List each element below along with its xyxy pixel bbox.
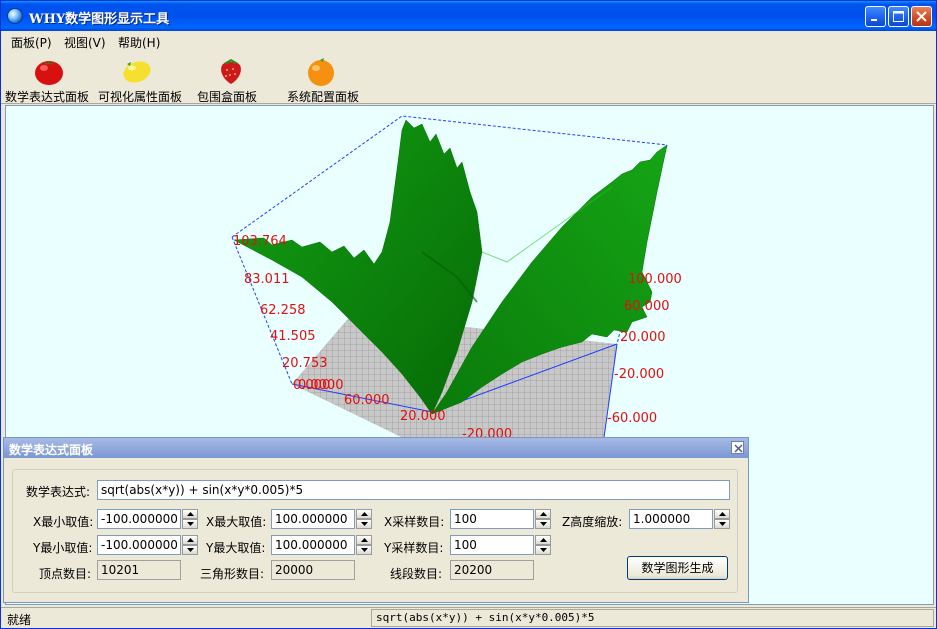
- y-samples-spinner[interactable]: [535, 535, 551, 555]
- spin-up-icon[interactable]: [356, 509, 372, 519]
- y-min-spinner[interactable]: [182, 535, 198, 555]
- close-button[interactable]: [911, 6, 932, 27]
- maximize-icon: [893, 11, 904, 22]
- y-max-input[interactable]: 100.000000: [271, 535, 355, 555]
- y-tick-3: -20.000: [614, 367, 665, 382]
- x-tick-0: 0.0000: [298, 378, 344, 393]
- tomato-icon: [35, 61, 63, 85]
- status-bar: 就绪 sqrt(abs(x*y)) + sin(x*y*0.005)*5: [1, 607, 936, 628]
- spin-down-icon[interactable]: [356, 519, 372, 529]
- x-tick-2: 20.000: [400, 409, 446, 424]
- tool-expression-panel[interactable]: 数学表达式面板: [5, 54, 93, 104]
- tool-config-panel[interactable]: 系统配置面板: [283, 54, 361, 104]
- tool-bbox-label: 包围盒面板: [197, 90, 258, 104]
- close-icon: [916, 11, 927, 22]
- x-samples-spinner[interactable]: [535, 509, 551, 529]
- menu-view[interactable]: 视图(V): [60, 33, 110, 52]
- spin-down-icon[interactable]: [535, 519, 551, 529]
- menu-panel[interactable]: 面板(P): [7, 33, 56, 52]
- spin-up-icon[interactable]: [714, 509, 730, 519]
- maximize-button[interactable]: [888, 6, 909, 27]
- tool-visual-panel[interactable]: 可视化属性面板: [97, 54, 185, 104]
- x-tick-1: 60.000: [344, 393, 390, 408]
- orange-icon: [308, 58, 334, 86]
- y-samples-label: Y采样数目:: [384, 541, 444, 555]
- lemon-icon: [123, 61, 151, 83]
- x-max-spinner[interactable]: [356, 509, 372, 529]
- spin-down-icon[interactable]: [356, 545, 372, 555]
- menu-help[interactable]: 帮助(H): [114, 33, 164, 52]
- spin-down-icon[interactable]: [714, 519, 730, 529]
- app-globe-icon[interactable]: [7, 8, 23, 24]
- z-scale-label: Z高度缩放:: [562, 515, 623, 529]
- toolbar: 数学表达式面板 可视化属性面板 包围盒面板 系统配置面板: [1, 52, 936, 104]
- status-ready: 就绪: [7, 613, 32, 627]
- panel-close-button[interactable]: [731, 441, 744, 454]
- x-min-label: X最小取值:: [33, 515, 94, 529]
- y-tick-4: -60.000: [607, 411, 658, 426]
- window-title: WHY数学图形显示工具: [29, 12, 170, 27]
- x-samples-input[interactable]: 100: [450, 509, 534, 529]
- z-scale-spinner[interactable]: [714, 509, 730, 529]
- title-bar[interactable]: WHY数学图形显示工具: [1, 1, 936, 31]
- z-tick-2: 62.258: [260, 303, 306, 318]
- expression-label: 数学表达式:: [26, 485, 91, 499]
- strawberry-icon: [221, 59, 241, 84]
- spin-down-icon[interactable]: [535, 545, 551, 555]
- minimize-icon: [871, 19, 877, 21]
- vertex-count-label: 顶点数目:: [39, 567, 92, 581]
- y-max-label: Y最大取值:: [206, 541, 266, 555]
- spin-up-icon[interactable]: [182, 509, 198, 519]
- status-expression: sqrt(abs(x*y)) + sin(x*y*0.005)*5: [371, 609, 934, 627]
- close-icon: [734, 444, 743, 453]
- y-min-label: Y最小取值:: [33, 541, 93, 555]
- spin-up-icon[interactable]: [356, 535, 372, 545]
- tool-bbox-panel[interactable]: 包围盒面板: [197, 54, 265, 104]
- vertex-count-value: 10201: [97, 560, 181, 580]
- panel-title: 数学表达式面板: [9, 443, 94, 457]
- x-max-input[interactable]: 100.000000: [271, 509, 355, 529]
- generate-button[interactable]: 数学图形生成: [627, 556, 728, 580]
- triangle-count-value: 20000: [271, 560, 355, 580]
- minimize-button[interactable]: [865, 6, 886, 27]
- x-min-spinner[interactable]: [182, 509, 198, 529]
- y-samples-input[interactable]: 100: [450, 535, 534, 555]
- spin-up-icon[interactable]: [535, 509, 551, 519]
- y-tick-1: 60.000: [624, 299, 670, 314]
- y-max-spinner[interactable]: [356, 535, 372, 555]
- x-samples-label: X采样数目:: [384, 515, 445, 529]
- main-window: WHY数学图形显示工具 面板(P) 视图(V) 帮助(H) 数学表达式面板 可视…: [0, 0, 937, 629]
- tool-expression-label: 数学表达式面板: [5, 90, 90, 104]
- triangle-count-label: 三角形数目:: [200, 567, 265, 581]
- x-max-label: X最大取值:: [206, 515, 267, 529]
- tool-visual-label: 可视化属性面板: [98, 90, 183, 104]
- spin-up-icon[interactable]: [535, 535, 551, 545]
- expression-input[interactable]: sqrt(abs(x*y)) + sin(x*y*0.005)*5: [97, 480, 730, 500]
- menu-bar: 面板(P) 视图(V) 帮助(H): [1, 31, 936, 51]
- y-min-input[interactable]: -100.000000: [97, 535, 181, 555]
- spin-up-icon[interactable]: [182, 535, 198, 545]
- x-min-input[interactable]: -100.000000: [97, 509, 181, 529]
- spin-down-icon[interactable]: [182, 519, 198, 529]
- tool-config-label: 系统配置面板: [287, 90, 360, 104]
- z-tick-3: 41.505: [270, 329, 316, 344]
- z-tick-4: 20.753: [282, 356, 328, 371]
- z-scale-input[interactable]: 1.000000: [629, 509, 713, 529]
- spin-down-icon[interactable]: [182, 545, 198, 555]
- panel-title-bar[interactable]: 数学表达式面板: [4, 438, 748, 458]
- segment-count-value: 20200: [450, 560, 534, 580]
- y-tick-0: 100.000: [628, 272, 682, 287]
- z-tick-0: 103.764: [233, 234, 287, 249]
- segment-count-label: 线段数目:: [390, 567, 443, 581]
- y-tick-2: 20.000: [620, 330, 666, 345]
- expression-panel: 数学表达式面板 数学表达式: sqrt(abs(x*y)) + sin(x*y*…: [3, 437, 749, 603]
- z-tick-1: 83.011: [244, 272, 290, 287]
